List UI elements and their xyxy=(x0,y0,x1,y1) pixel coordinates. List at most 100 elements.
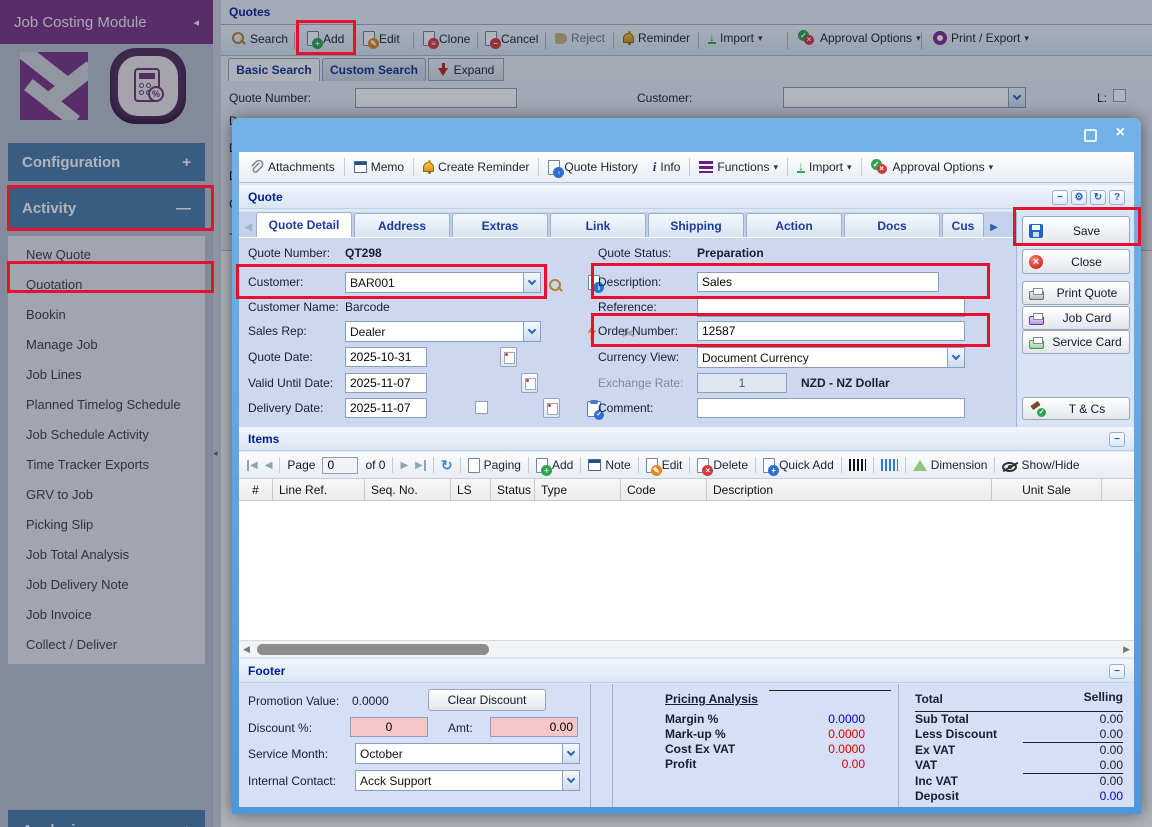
save-button[interactable]: Save xyxy=(1022,216,1130,245)
item-note-button[interactable]: Note xyxy=(588,458,630,472)
dimension-button[interactable]: Dimension xyxy=(913,458,988,472)
delivery-checkbox[interactable] xyxy=(475,401,488,414)
customer-label: Customer: xyxy=(248,275,303,289)
dialog-maximize-icon[interactable] xyxy=(1084,129,1097,142)
prev-page-button[interactable]: ◀ xyxy=(265,460,273,471)
customer-lookup-icon[interactable] xyxy=(548,278,563,293)
clear-discount-button[interactable]: Clear Discount xyxy=(428,689,546,711)
column-header-line-ref[interactable]: Line Ref. xyxy=(273,479,365,500)
column-header-unit-sale[interactable]: Unit Sale xyxy=(992,479,1102,500)
tab-scroll-right[interactable]: ▶ xyxy=(986,222,1002,233)
settings-button[interactable]: ⚙ xyxy=(1071,190,1087,205)
delivery-date-input[interactable] xyxy=(345,398,427,418)
column-header-ls[interactable]: LS xyxy=(451,479,491,500)
refresh-grid-icon[interactable]: ↻ xyxy=(441,458,453,472)
refresh-button[interactable]: ↻ xyxy=(1090,190,1106,205)
create-reminder-button[interactable]: Create Reminder xyxy=(423,160,529,174)
item-add-button[interactable]: Add xyxy=(536,458,573,473)
section-title: Quote xyxy=(248,190,283,204)
paging-button[interactable]: Paging xyxy=(468,458,521,473)
tab-cus-clipped[interactable]: Cus xyxy=(942,213,984,237)
info-button[interactable]: iInfo xyxy=(653,159,681,175)
last-page-button[interactable]: ▶ xyxy=(415,460,426,471)
rate-lightning-icon[interactable] xyxy=(586,324,598,340)
column-header-type[interactable]: Type xyxy=(535,479,621,500)
terms-button[interactable]: T & Cs xyxy=(1022,397,1130,420)
column-header-seq-no[interactable]: Seq. No. xyxy=(365,479,451,500)
dialog-import-button[interactable]: ↓Import▾ xyxy=(797,160,852,174)
items-collapse-button[interactable]: − xyxy=(1109,432,1125,447)
calendar-icon[interactable] xyxy=(521,373,538,393)
customer-dropdown[interactable] xyxy=(345,272,541,293)
page-of-label: of 0 xyxy=(365,458,385,472)
sales-rep-dropdown[interactable]: Dealer xyxy=(345,321,541,342)
next-page-button[interactable]: ▶ xyxy=(400,460,408,471)
pricing-row-value: 0.00 xyxy=(765,757,865,771)
items-table-body[interactable] xyxy=(239,501,1134,640)
order-number-input[interactable] xyxy=(697,321,965,341)
items-hscrollbar[interactable]: ◀ ▶ xyxy=(239,640,1134,657)
total-row-label: Ex VAT xyxy=(915,743,955,757)
footer-collapse-button[interactable]: − xyxy=(1109,664,1125,679)
service-card-button[interactable]: Service Card xyxy=(1022,330,1130,354)
column-header-num[interactable]: # xyxy=(239,479,273,500)
note-icon xyxy=(588,459,601,471)
pricing-row-label: Cost Ex VAT xyxy=(665,742,735,756)
service-month-dropdown[interactable]: October xyxy=(355,743,580,764)
tab-extras[interactable]: Extras xyxy=(452,213,548,237)
column-header-status[interactable]: Status xyxy=(491,479,535,500)
help-button[interactable]: ? xyxy=(1109,190,1125,205)
scroll-thumb[interactable] xyxy=(257,644,489,655)
description-input[interactable] xyxy=(697,272,939,292)
reference-input[interactable] xyxy=(697,297,965,317)
quick-add-button[interactable]: Quick Add xyxy=(763,458,834,473)
quote-history-button[interactable]: Quote History xyxy=(548,160,637,175)
quote-date-input[interactable] xyxy=(345,347,427,367)
valid-until-input[interactable] xyxy=(345,373,427,393)
calendar-icon[interactable] xyxy=(500,347,517,367)
print-quote-button[interactable]: Print Quote xyxy=(1022,281,1130,305)
tab-shipping[interactable]: Shipping xyxy=(648,213,744,237)
comment-input[interactable] xyxy=(697,398,965,418)
scroll-right-arrow[interactable]: ▶ xyxy=(1123,644,1130,655)
tab-quote-detail[interactable]: Quote Detail xyxy=(256,212,352,237)
page-input[interactable] xyxy=(322,457,358,474)
calendar-icon[interactable] xyxy=(543,398,560,418)
selling-column-header: Selling xyxy=(1084,690,1123,704)
dropdown-arrow-icon[interactable] xyxy=(523,273,540,292)
dropdown-arrow-icon[interactable] xyxy=(562,744,579,763)
dialog-approval-options-button[interactable]: Approval Options▾ xyxy=(871,160,994,174)
item-edit-button[interactable]: Edit xyxy=(646,458,683,473)
column-header-description[interactable]: Description xyxy=(707,479,992,500)
dropdown-arrow-icon[interactable] xyxy=(947,348,964,367)
attachments-button[interactable]: Attachments xyxy=(249,160,335,175)
tab-link[interactable]: Link xyxy=(550,213,646,237)
tab-address[interactable]: Address xyxy=(354,213,450,237)
total-row-label: Less Discount xyxy=(915,727,997,741)
info-icon: i xyxy=(653,159,657,175)
tab-scroll-left[interactable]: ◀ xyxy=(241,222,256,233)
tab-docs[interactable]: Docs xyxy=(844,213,940,237)
internal-contact-dropdown[interactable]: Acck Support xyxy=(355,770,580,791)
customer-input[interactable] xyxy=(346,276,523,290)
job-card-button[interactable]: Job Card xyxy=(1022,306,1130,330)
dropdown-arrow-icon[interactable] xyxy=(562,771,579,790)
barcode-icon[interactable] xyxy=(849,459,866,471)
discount-input[interactable] xyxy=(350,717,428,737)
dialog-close-icon[interactable]: × xyxy=(1116,124,1125,142)
amt-input[interactable] xyxy=(490,717,578,737)
column-header-code[interactable]: Code xyxy=(621,479,707,500)
functions-button[interactable]: Functions▾ xyxy=(699,160,778,174)
scroll-left-arrow[interactable]: ◀ xyxy=(243,644,250,655)
collapse-button[interactable]: − xyxy=(1052,190,1068,205)
dropdown-caret-icon: ▾ xyxy=(847,162,852,173)
dropdown-arrow-icon[interactable] xyxy=(523,322,540,341)
first-page-button[interactable]: ◀ xyxy=(247,460,258,471)
currency-view-dropdown[interactable]: Document Currency xyxy=(697,347,965,368)
memo-button[interactable]: Memo xyxy=(354,160,404,174)
item-delete-button[interactable]: Delete xyxy=(697,458,748,473)
barcode-blue-icon[interactable] xyxy=(881,459,898,471)
show-hide-button[interactable]: Show/Hide xyxy=(1002,458,1079,472)
tab-action[interactable]: Action xyxy=(746,213,842,237)
close-button[interactable]: Close xyxy=(1022,249,1130,274)
